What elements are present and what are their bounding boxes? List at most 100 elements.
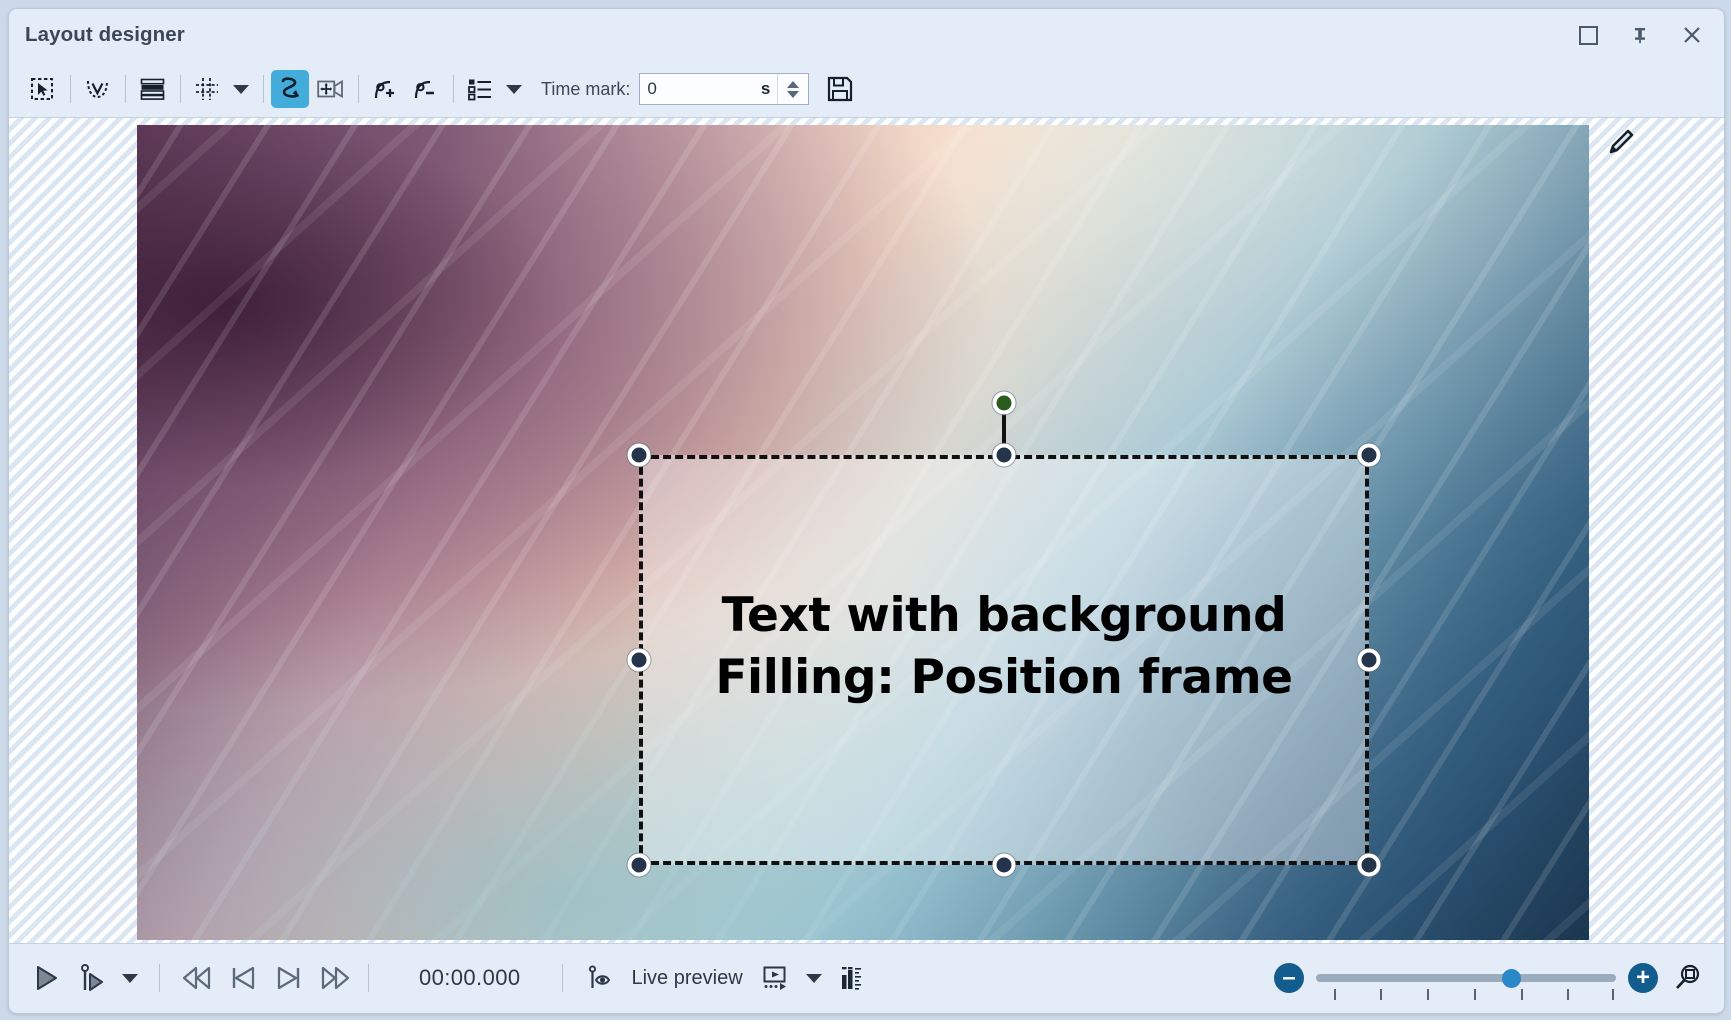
window-controls (1562, 15, 1718, 55)
render-preview-dropdown[interactable] (799, 955, 829, 1001)
overlay-text: Text with background Filling: Position f… (639, 585, 1369, 709)
time-mark-input[interactable]: 0 s (639, 73, 810, 105)
fast-forward-button[interactable] (312, 955, 358, 1001)
resize-handle-bottom-right[interactable] (1357, 853, 1381, 877)
add-keyframe-button[interactable] (366, 70, 404, 108)
selection-frame[interactable]: Text with background Filling: Position f… (627, 391, 1381, 877)
list-properties-icon (468, 79, 491, 101)
time-mark-value: 0 (647, 79, 657, 98)
time-mark-stepper[interactable] (777, 74, 809, 104)
play-icon (37, 966, 57, 990)
time-mark-label: Time mark: (541, 78, 631, 99)
grid-dropdown-button[interactable] (228, 70, 254, 108)
video-preview[interactable]: Text with background Filling: Position f… (137, 125, 1589, 940)
playback-divider (562, 964, 564, 992)
playback-divider (159, 964, 160, 992)
resize-handle-middle-left[interactable] (627, 648, 651, 672)
resize-handle-middle-right[interactable] (1357, 648, 1381, 672)
close-icon (1684, 27, 1700, 43)
resize-handle-bottom-center[interactable] (992, 853, 1016, 877)
grid-icon (196, 78, 218, 100)
remove-keyframe-button[interactable] (406, 70, 444, 108)
render-preview-button[interactable] (753, 955, 799, 1001)
fit-to-screen-icon (1676, 964, 1700, 989)
rotation-handle[interactable] (992, 391, 1016, 415)
live-preview-label: Live preview (631, 966, 743, 989)
save-button[interactable] (821, 70, 859, 108)
play-options-dropdown[interactable] (115, 955, 145, 1001)
layers-stack-icon (140, 78, 164, 100)
chevron-down-icon (122, 973, 138, 983)
grid-button[interactable] (188, 70, 226, 108)
curve-plus-icon (374, 80, 394, 99)
dashed-check-icon (86, 80, 108, 98)
pin-button[interactable] (1614, 15, 1666, 55)
toolbar-divider (263, 75, 264, 103)
square-icon (1578, 25, 1598, 45)
toolbar-divider (125, 75, 126, 103)
resize-handle-top-left[interactable] (627, 443, 651, 467)
brush-tool-button[interactable] (1602, 126, 1636, 165)
properties-list-button[interactable] (461, 70, 499, 108)
arrange-layers-button[interactable] (133, 70, 171, 108)
layout-designer-window: Layout designer Time mark: 0 s Text with… (8, 8, 1725, 1014)
zoom-in-button[interactable]: + (1628, 963, 1658, 993)
audio-levels-icon (841, 967, 861, 990)
zoom-out-button[interactable]: – (1274, 963, 1304, 993)
properties-list-dropdown-button[interactable] (501, 70, 527, 108)
selection-tool-button[interactable] (23, 70, 61, 108)
eye-marker-icon (589, 965, 611, 988)
camera-move-icon (316, 79, 343, 99)
play-from-cursor-icon (81, 964, 103, 991)
paint-brush-icon (1609, 129, 1634, 154)
title-bar: Layout designer (9, 9, 1724, 61)
rewind-button[interactable] (174, 955, 220, 1001)
chevron-down-icon (805, 973, 822, 983)
rewind-icon (182, 966, 211, 990)
previous-frame-button[interactable] (220, 955, 266, 1001)
fit-to-screen-button[interactable] (1664, 955, 1710, 1001)
time-mark-unit: s (760, 79, 771, 98)
next-frame-button[interactable] (266, 955, 312, 1001)
playback-divider (368, 964, 369, 992)
stepper-down-icon (787, 90, 800, 98)
resize-handle-top-right[interactable] (1357, 443, 1381, 467)
skip-previous-icon (232, 966, 255, 990)
play-button[interactable] (23, 955, 69, 1001)
zoom-controls: – + (1274, 944, 1710, 1012)
preview-canvas-area[interactable]: Text with background Filling: Position f… (9, 117, 1724, 944)
floppy-save-icon (828, 76, 853, 102)
design-toolbar: Time mark: 0 s (9, 61, 1724, 117)
chevron-down-icon (233, 84, 249, 94)
resize-handle-bottom-left[interactable] (627, 853, 651, 877)
motion-path-icon (281, 77, 299, 98)
stepper-up-icon (787, 80, 800, 88)
curve-minus-icon (414, 80, 434, 99)
zoom-slider[interactable] (1316, 963, 1616, 1000)
close-button[interactable] (1666, 15, 1718, 55)
fast-forward-icon (321, 966, 350, 990)
play-from-cursor-button[interactable] (69, 955, 115, 1001)
chevron-down-icon (506, 84, 522, 94)
skip-next-icon (277, 966, 300, 990)
resize-handle-top-center[interactable] (992, 443, 1016, 467)
zoom-slider-knob[interactable] (1502, 969, 1521, 988)
selection-arrow-icon (31, 78, 53, 100)
zoom-in-label: + (1635, 964, 1650, 991)
pin-icon (1635, 28, 1645, 44)
toolbar-divider (70, 75, 71, 103)
overlay-text-line-1: Text with background (721, 588, 1287, 643)
zoom-slider-track (1316, 974, 1616, 982)
camera-pan-button[interactable] (311, 70, 349, 108)
snap-to-path-button[interactable] (78, 70, 116, 108)
live-preview-toggle[interactable] (577, 955, 623, 1001)
maximize-button[interactable] (1562, 15, 1614, 55)
page-title: Layout designer (25, 23, 185, 46)
toolbar-divider (180, 75, 181, 103)
overlay-text-line-2: Filling: Position frame (715, 650, 1293, 706)
toolbar-divider (358, 75, 359, 103)
motion-path-button[interactable] (271, 70, 309, 108)
audio-levels-button[interactable] (829, 955, 875, 1001)
render-preview-icon (763, 966, 786, 990)
playback-toolbar: 00:00.000 Live preview – + (9, 944, 1724, 1012)
